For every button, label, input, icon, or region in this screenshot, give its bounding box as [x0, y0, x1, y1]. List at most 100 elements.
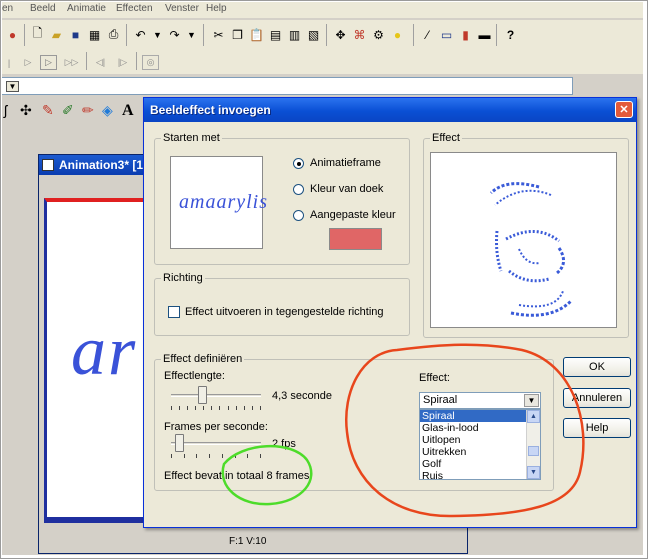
scroll-up-icon[interactable]: ▲ [527, 410, 540, 423]
toolbar-separator [86, 52, 87, 70]
menu-item-venster[interactable]: Venster [165, 3, 199, 14]
radio-dot[interactable] [293, 209, 304, 221]
slider-thumb[interactable] [198, 386, 207, 404]
redo-dropdown-icon[interactable]: ▼ [183, 26, 200, 43]
dialog-titlebar[interactable]: Beeldeffect invoegen ✕ [144, 98, 636, 122]
help-pointer-icon[interactable]: ? [502, 26, 519, 43]
menu-item-animatie[interactable]: Animatie [67, 3, 106, 14]
paste-new-icon[interactable]: ▤ [267, 26, 284, 43]
banner-wizard-icon[interactable]: ⌘ [351, 26, 368, 43]
paste-selection-icon[interactable]: ▧ [305, 26, 322, 43]
record-icon[interactable]: ● [4, 26, 21, 43]
open-icon[interactable]: ▰ [48, 26, 65, 43]
frames-summary: Effect bevat in totaal 8 frames. [164, 470, 313, 482]
toolbar-separator [326, 24, 327, 46]
spiral-stroke [505, 230, 560, 243]
slider-track [171, 442, 261, 445]
previous-frame-icon[interactable]: ▷ [22, 55, 34, 70]
browse-icon[interactable]: ▦ [86, 26, 103, 43]
radio-dot[interactable] [293, 157, 304, 169]
print-icon[interactable]: ⎙ [105, 26, 122, 43]
undo-dropdown-icon[interactable]: ▼ [149, 26, 166, 43]
save-icon[interactable]: ■ [67, 26, 84, 43]
help-button[interactable]: Help [563, 418, 631, 438]
arrange-icon[interactable]: ʃ [4, 102, 7, 118]
effect-length-slider[interactable] [171, 386, 261, 410]
slider-thumb[interactable] [175, 434, 184, 452]
ok-button[interactable]: OK [563, 357, 631, 377]
fill-icon[interactable]: ◈ [102, 102, 113, 119]
close-icon[interactable]: ✕ [615, 101, 633, 118]
define-effect-label: Effect definiëren [161, 353, 245, 365]
radio-custom-color[interactable]: Aangepaste kleur [293, 209, 396, 221]
scroll-thumb[interactable] [528, 446, 539, 456]
radio-canvas-color[interactable]: Kleur van doek [293, 183, 383, 195]
eraser-icon[interactable]: ✏ [82, 102, 94, 119]
list-item-golf[interactable]: Golf [420, 458, 540, 470]
last-frame-icon[interactable]: |▷ [114, 55, 131, 70]
copy-icon[interactable]: ❐ [229, 26, 246, 43]
menu-item-beeld[interactable]: Beeld [30, 3, 56, 14]
brush-icon[interactable]: ✐ [62, 102, 74, 119]
pencil-icon[interactable]: ✎ [42, 102, 54, 119]
first-frame-icon[interactable]: ◁| [92, 55, 109, 70]
text-tool-icon[interactable]: A [122, 102, 134, 120]
dialog-title: Beeldeffect invoegen [150, 103, 271, 117]
menu-item-help[interactable]: Help [206, 3, 227, 14]
start-with-group: Starten met amaarylis Animatieframe Kleu… [154, 132, 410, 265]
list-item-ruis[interactable]: Ruis [420, 470, 540, 479]
radio-dot[interactable] [293, 183, 304, 195]
slider-track [171, 394, 261, 397]
paste-icon[interactable]: 📋 [248, 26, 265, 43]
scroll-down-icon[interactable]: ▼ [527, 466, 540, 479]
fps-slider[interactable] [171, 434, 261, 458]
list-scrollbar[interactable]: ▲ ▼ [526, 410, 540, 479]
paste-layer-icon[interactable]: ▥ [286, 26, 303, 43]
brush-options-icon[interactable]: ⁄ [419, 26, 436, 43]
insert-image-effect-dialog: Beeldeffect invoegen ✕ Starten met amaar… [143, 97, 637, 528]
menu-item-effecten[interactable]: Effecten [116, 3, 153, 14]
move-icon[interactable]: ✣ [20, 102, 32, 119]
chevron-down-icon[interactable]: ▼ [6, 81, 19, 92]
chevron-down-icon[interactable]: ▼ [524, 394, 539, 407]
spiral-stroke [510, 299, 573, 317]
fps-value: 2 fps [272, 438, 296, 450]
custom-color-swatch[interactable] [329, 228, 382, 250]
frame-strip-icon[interactable]: ▬ [476, 26, 493, 43]
spiral-stroke [518, 248, 540, 265]
tools-toolbar: ʃ ✣ ✎ ✐ ✏ ◈ A [2, 99, 162, 121]
frame-palette-icon[interactable]: ▭ [438, 26, 455, 43]
effect-length-value: 4,3 seconde [272, 390, 332, 402]
toolbar-combobox[interactable]: ▼ [2, 77, 573, 95]
optimization-icon[interactable]: ⚙ [370, 26, 387, 43]
list-item-uitlopen[interactable]: Uitlopen [420, 434, 540, 446]
undo-icon[interactable]: ↶ [132, 26, 149, 43]
start-with-label: Starten met [161, 132, 222, 144]
view-animation-icon[interactable]: ◎ [142, 55, 159, 70]
lightbulb-icon[interactable]: ● [389, 26, 406, 43]
checkbox-box[interactable] [168, 306, 180, 318]
new-icon[interactable]: 🗋 [29, 26, 46, 43]
play-back-icon[interactable]: | [4, 55, 14, 70]
radio-label: Kleur van doek [310, 183, 384, 195]
fast-forward-icon[interactable]: ▷▷ [63, 55, 80, 70]
spiral-stroke [508, 269, 550, 283]
effect-type-selected: Spiraal [423, 394, 458, 406]
reverse-direction-checkbox[interactable]: Effect uitvoeren in tegengestelde richti… [168, 306, 384, 318]
play-icon[interactable]: ▷ [40, 55, 57, 70]
menu-item[interactable]: en [2, 3, 13, 14]
cut-icon[interactable]: ✂ [210, 26, 227, 43]
effect-type-select[interactable]: Spiraal ▼ [419, 392, 541, 409]
effect-preview-group: Effect [423, 132, 629, 338]
color-palette-icon[interactable]: ▮ [457, 26, 474, 43]
animation-wizard-icon[interactable]: ✥ [332, 26, 349, 43]
define-effect-group: Effect definiëren Effectlengte: 4,3 seco… [154, 353, 554, 491]
effect-type-list[interactable]: Spiraal Glas-in-lood Uitlopen Uitrekken … [419, 409, 541, 480]
cancel-button[interactable]: Annuleren [563, 388, 631, 408]
redo-icon[interactable]: ↷ [166, 26, 183, 43]
radio-animation-frame[interactable]: Animatieframe [293, 157, 381, 169]
list-item-spiraal[interactable]: Spiraal [420, 410, 540, 422]
slider-ticks [171, 406, 261, 410]
list-item-uitrekken[interactable]: Uitrekken [420, 446, 540, 458]
list-item-glas-in-lood[interactable]: Glas-in-lood [420, 422, 540, 434]
